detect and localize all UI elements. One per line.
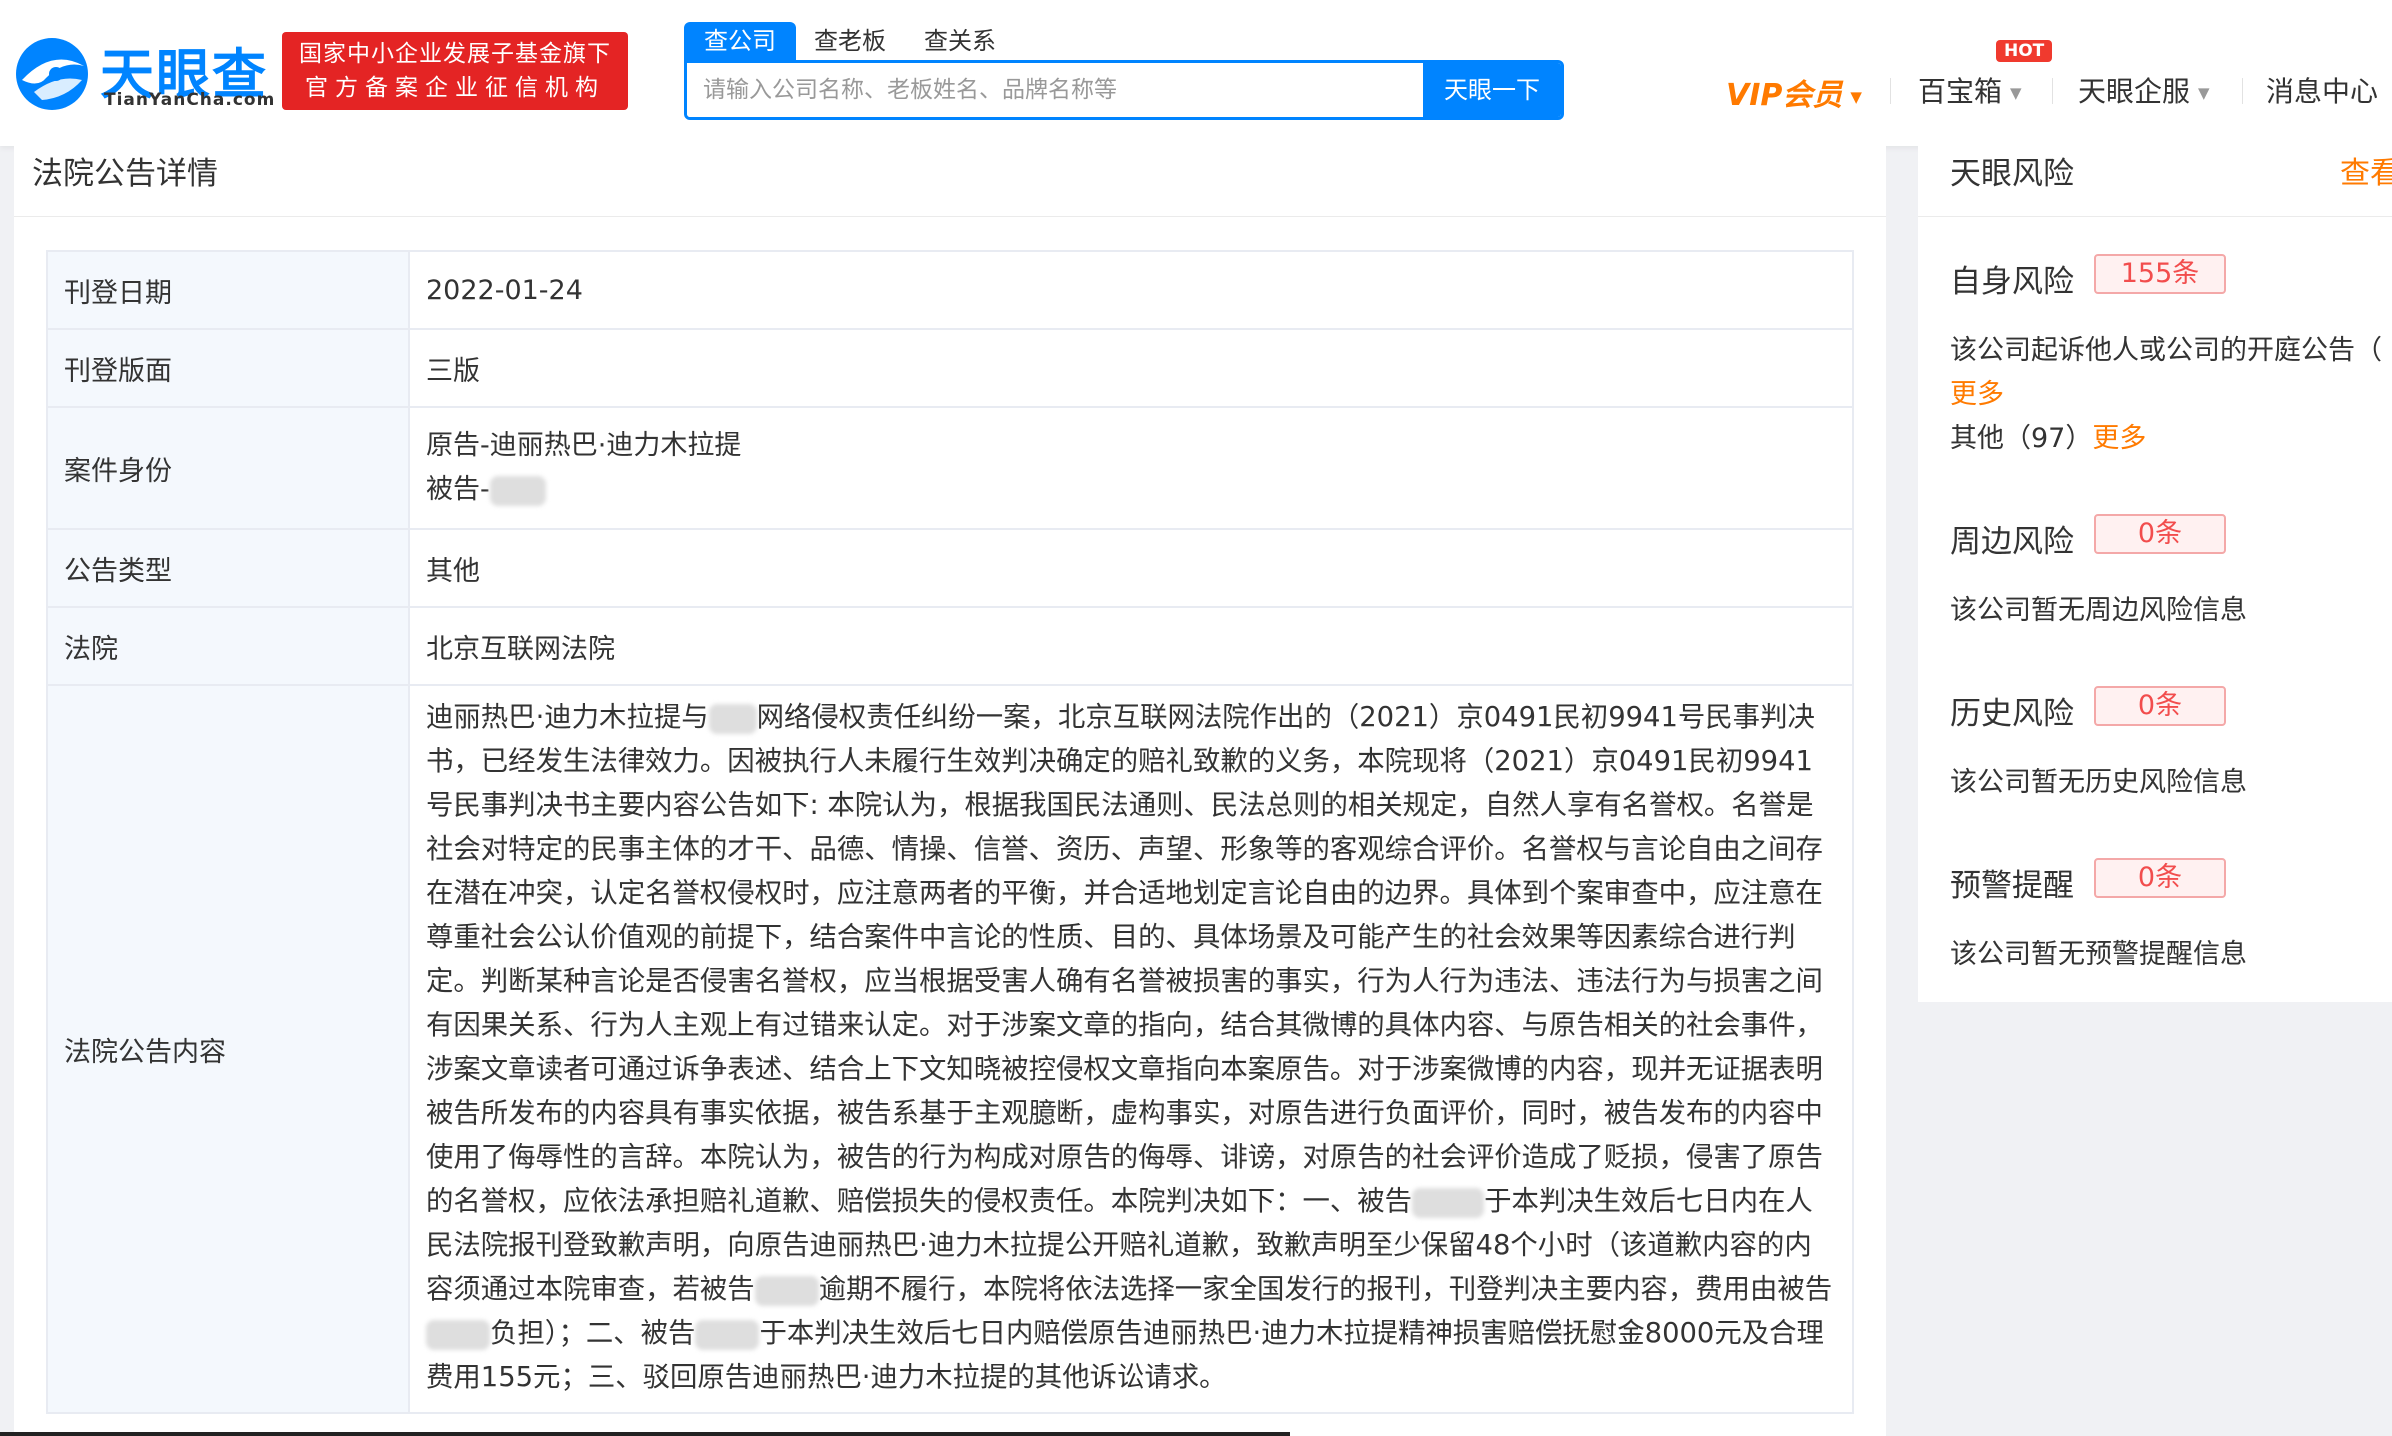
around-risk-count[interactable]: 0条 xyxy=(2094,514,2226,554)
defendant-text: 被告- xyxy=(426,474,490,505)
announcement-type-value: 其他 xyxy=(408,528,1854,608)
case-parties-value: 原告-迪丽热巴·迪力木拉提 被告- xyxy=(408,406,1854,530)
warning-count[interactable]: 0条 xyxy=(2094,858,2226,898)
row-label: 案件身份 xyxy=(46,406,410,530)
self-risk-other-text: 其他（97） xyxy=(1950,423,2093,454)
badge-line-2: 官方备案企业征信机构 xyxy=(305,75,605,101)
announcement-body: 迪丽热巴·迪力木拉提与 网络侵权责任纠纷一案，北京互联网法院作出的（2021）京0… xyxy=(426,686,1836,1412)
announcement-content: 迪丽热巴·迪力木拉提与 网络侵权责任纠纷一案，北京互联网法院作出的（2021）京0… xyxy=(408,684,1854,1414)
row-label: 刊登日期 xyxy=(46,250,410,330)
history-risk-label: 历史风险 xyxy=(1950,696,2074,732)
page-title: 法院公告详情 xyxy=(32,156,218,192)
content-segment: 逾期不履行，本院将依法选择一家全国发行的报刊，刊登判决主要内容，费用由被告 xyxy=(818,1274,1833,1305)
nav-baibao-label: 百宝箱 xyxy=(1918,75,2003,108)
logo-domain-text: TianYanCha.com xyxy=(104,90,276,110)
more-link[interactable]: 更多 xyxy=(2092,423,2146,454)
nav-vip-label: VIP会员 xyxy=(1726,78,1843,113)
warning-label: 预警提醒 xyxy=(1950,868,2074,904)
tianyancha-logo[interactable]: 天眼查 TianYanCha.com xyxy=(12,30,274,116)
table-row-edition: 刊登版面 三版 xyxy=(46,328,1854,408)
redacted-name xyxy=(489,475,546,506)
redacted-name xyxy=(754,1275,819,1306)
history-risk-text: 该公司暂无历史风险信息 xyxy=(1950,767,2247,798)
self-risk-other: 其他（97）更多 xyxy=(1950,416,2146,455)
official-badge: 国家中小企业发展子基金旗下 官方备案企业征信机构 xyxy=(282,32,628,110)
self-risk-item: 该公司起诉他人或公司的开庭公告（ xyxy=(1950,335,2382,366)
court-value: 北京互联网法院 xyxy=(408,606,1854,686)
chevron-down-icon: ▼ xyxy=(2198,84,2210,102)
row-label: 刊登版面 xyxy=(46,328,410,408)
edition-value: 三版 xyxy=(408,328,1854,408)
redacted-name xyxy=(1412,1187,1485,1218)
nav-baibao[interactable]: 百宝箱 ▼ xyxy=(1918,70,2022,110)
chevron-down-icon: ▼ xyxy=(2010,84,2022,102)
table-row-content: 法院公告内容 迪丽热巴·迪力木拉提与 网络侵权责任纠纷一案，北京互联网法院作出的（… xyxy=(46,684,1854,1414)
hot-badge: HOT xyxy=(1996,40,2053,62)
defendant-line: 被告- xyxy=(426,468,1836,512)
around-risk-text: 该公司暂无周边风险信息 xyxy=(1950,595,2247,626)
content-segment: 迪丽热巴·迪力木拉提与 xyxy=(426,702,709,733)
redacted-name xyxy=(695,1319,760,1350)
nav-vip[interactable]: VIP会员 ▼ xyxy=(1726,70,1862,113)
tab-boss[interactable]: 查老板 xyxy=(814,22,886,60)
table-row-case: 案件身份 原告-迪丽热巴·迪力木拉提 被告- xyxy=(46,406,1854,530)
table-row-court: 法院 北京互联网法院 xyxy=(46,606,1854,686)
warning-text: 该公司暂无预警提醒信息 xyxy=(1950,939,2247,970)
history-risk-count[interactable]: 0条 xyxy=(2094,686,2226,726)
view-link[interactable]: 查看 xyxy=(2340,148,2392,192)
badge-line-1: 国家中小企业发展子基金旗下 xyxy=(299,41,611,67)
search-box: 天眼一下 xyxy=(684,60,1564,120)
nav-messages[interactable]: 消息中心 xyxy=(2266,70,2378,110)
announcement-detail-table: 刊登日期 2022-01-24 刊登版面 三版 案件身份 原告-迪丽热巴·迪力木… xyxy=(46,250,1854,1414)
row-label: 法院 xyxy=(46,606,410,686)
row-label: 法院公告内容 xyxy=(46,684,410,1414)
publish-date-value: 2022-01-24 xyxy=(408,250,1854,330)
chevron-down-icon: ▼ xyxy=(1850,87,1862,106)
redacted-name xyxy=(708,703,757,734)
logo-eye-icon xyxy=(16,38,88,110)
search-input[interactable] xyxy=(687,63,1423,117)
content-segment: 网络侵权责任纠纷一案，北京互联网法院作出的（2021）京0491民初9941号民… xyxy=(426,702,1823,1217)
horizontal-scrollbar[interactable] xyxy=(0,1432,1290,1436)
more-link[interactable]: 更多 xyxy=(1950,372,2004,411)
redacted-name xyxy=(426,1319,490,1350)
nav-divider xyxy=(2052,78,2053,104)
side-panel-title: 天眼风险 xyxy=(1950,156,2074,192)
nav-divider xyxy=(2242,78,2243,104)
table-row-date: 刊登日期 2022-01-24 xyxy=(46,250,1854,330)
table-row-type: 公告类型 其他 xyxy=(46,528,1854,608)
row-label: 公告类型 xyxy=(46,528,410,608)
side-divider xyxy=(1918,216,2392,217)
self-risk-label: 自身风险 xyxy=(1950,264,2074,300)
title-divider xyxy=(14,216,1886,217)
nav-divider xyxy=(1890,78,1891,104)
tab-relation[interactable]: 查关系 xyxy=(924,22,996,60)
content-segment: 负担）；二、被告 xyxy=(490,1318,696,1349)
search-button[interactable]: 天眼一下 xyxy=(1423,63,1561,117)
around-risk-label: 周边风险 xyxy=(1950,524,2074,560)
plaintiff-text[interactable]: 原告-迪丽热巴·迪力木拉提 xyxy=(426,424,1836,468)
tab-company[interactable]: 查公司 xyxy=(684,22,796,60)
nav-qifu[interactable]: 天眼企服 ▼ xyxy=(2078,70,2210,110)
self-risk-count[interactable]: 155条 xyxy=(2094,254,2226,294)
nav-qifu-label: 天眼企服 xyxy=(2078,75,2191,108)
